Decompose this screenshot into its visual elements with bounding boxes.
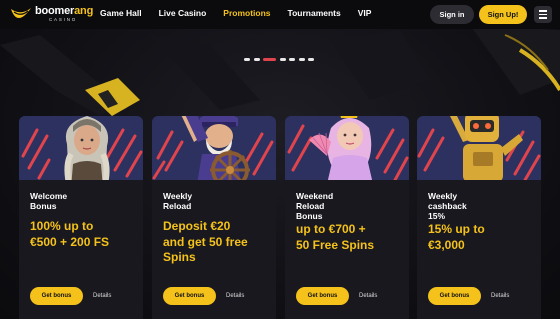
nav-tournaments[interactable]: Tournaments xyxy=(288,8,341,18)
promo-card-weekly-reload: Weekly Reload Deposit €20 and get 50 fre… xyxy=(152,116,276,319)
nav-live-casino[interactable]: Live Casino xyxy=(159,8,207,18)
nav-game-hall[interactable]: Game Hall xyxy=(100,8,142,18)
promo-card-welcome: Welcome Bonus 100% up to €500 + 200 FS G… xyxy=(19,116,143,319)
sea-captain-icon xyxy=(181,116,250,190)
card-title: Deposit €20 and get 50 free Spins xyxy=(163,219,248,264)
card-subtitle: Weekly cashback 15% xyxy=(428,191,467,221)
promo-card-weekly-cashback: Weekly cashback 15% 15% up to €3,000 Get… xyxy=(417,116,541,319)
robot-icon xyxy=(450,116,523,182)
carousel-dot[interactable] xyxy=(244,58,250,61)
boomerang-logo-icon xyxy=(11,8,31,19)
get-bonus-button[interactable]: Get bonus xyxy=(30,287,83,305)
card-title: up to €700 + 50 Free Spins xyxy=(296,222,375,252)
carousel-dot[interactable] xyxy=(308,58,314,61)
sign-in-button[interactable]: Sign in xyxy=(430,5,474,24)
card-title: 100% up to €500 + 200 FS xyxy=(30,219,110,249)
details-link[interactable]: Details xyxy=(359,293,377,299)
carousel-dot-active[interactable] xyxy=(263,58,276,61)
promo-card-weekend-reload: Weekend Reload Bonus up to €700 + 50 Fre… xyxy=(285,116,409,319)
sign-up-button[interactable]: Sign Up! xyxy=(479,5,527,24)
card-title: 15% up to €3,000 xyxy=(428,222,485,252)
details-link[interactable]: Details xyxy=(226,293,244,299)
card-subtitle: Welcome Bonus xyxy=(30,191,68,211)
get-bonus-button[interactable]: Get bonus xyxy=(428,287,481,305)
carousel-dot[interactable] xyxy=(298,58,305,61)
card-subtitle: Weekend Reload Bonus xyxy=(296,191,334,221)
hamburger-menu-icon[interactable] xyxy=(534,6,552,23)
get-bonus-button[interactable]: Get bonus xyxy=(296,287,349,305)
logo-subtitle: CASINO xyxy=(49,17,78,22)
top-header: boomerang CASINO Game Hall Live Casino P… xyxy=(0,0,560,29)
logo-word-end: ang xyxy=(74,5,94,17)
details-link[interactable]: Details xyxy=(491,293,509,299)
logo-wordmark: boomerang xyxy=(35,6,93,17)
carousel-dots xyxy=(244,58,318,61)
princess-icon xyxy=(309,116,373,184)
background-decoration xyxy=(0,25,560,116)
carousel-dot[interactable] xyxy=(279,58,286,61)
nav-vip[interactable]: VIP xyxy=(358,8,372,18)
details-link[interactable]: Details xyxy=(93,293,111,299)
card-subtitle: Weekly Reload xyxy=(163,191,193,211)
logo[interactable]: boomerang CASINO xyxy=(10,6,93,23)
nav-promotions[interactable]: Promotions xyxy=(223,8,270,18)
viking-woman-icon xyxy=(64,116,110,188)
carousel-dot[interactable] xyxy=(253,58,260,61)
get-bonus-button[interactable]: Get bonus xyxy=(163,287,216,305)
carousel-dot[interactable] xyxy=(289,58,295,61)
logo-word-start: boomer xyxy=(35,5,75,17)
main-nav: Game Hall Live Casino Promotions Tournam… xyxy=(100,8,388,18)
